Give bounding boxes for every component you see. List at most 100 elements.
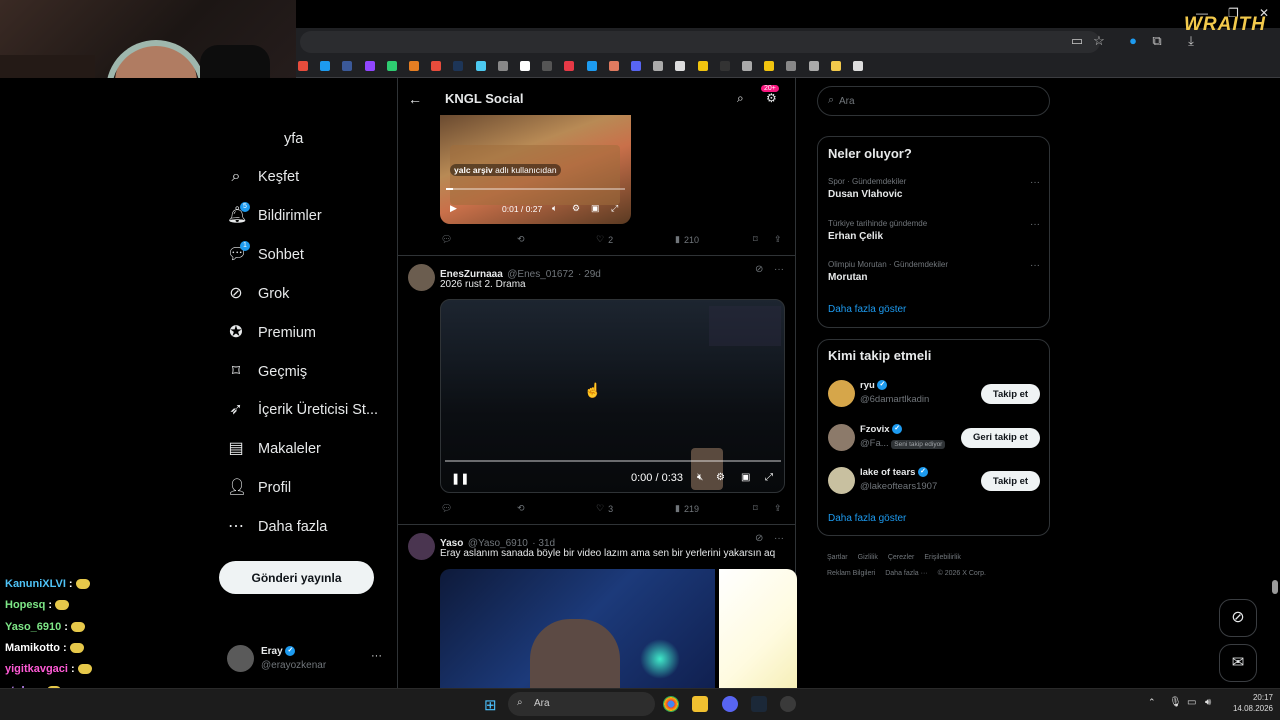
bookmark-favicon-icon[interactable] [631, 61, 641, 71]
sidebar-item-premium[interactable]: ✪ Premium [227, 324, 316, 342]
like-button[interactable]: ♡ 3 [596, 503, 613, 514]
bookmark-favicon-icon[interactable] [719, 61, 730, 71]
post-avatar[interactable] [408, 264, 435, 291]
taskbar-clock[interactable]: 20:17 14.08.2026 [1229, 692, 1273, 714]
video-settings-icon[interactable]: ⚙ [572, 203, 580, 214]
settings-gear-icon[interactable]: ⚙ [766, 91, 777, 105]
pause-icon[interactable]: ❚❚ [451, 472, 469, 485]
bookmark-favicon-icon[interactable] [475, 61, 486, 71]
reply-button[interactable]: 💬︎ [441, 234, 452, 245]
account-switcher[interactable]: Eray ✓ @erayozkenar ··· [227, 645, 387, 673]
bookmark-favicon-icon[interactable] [453, 61, 464, 71]
discord-icon[interactable] [722, 696, 738, 712]
sidebar-item-person[interactable]: 👤︎ Profil [227, 479, 291, 497]
chrome-taskbar-icon[interactable] [663, 696, 679, 712]
sidebar-item-search[interactable]: ⌕ Keşfet [227, 168, 300, 186]
bookmark-favicon-icon[interactable] [409, 61, 419, 71]
download-icon[interactable]: ⤓ [1184, 34, 1198, 48]
bookmark-button[interactable]: ⌑ [753, 503, 758, 514]
sidebar-item-rocket[interactable]: ➶ İçerik Üreticisi St... [227, 401, 378, 419]
grok-floating-button[interactable]: ⊘ [1219, 599, 1257, 637]
post-media-2[interactable] [719, 569, 797, 688]
bookmark-favicon-icon[interactable] [542, 61, 553, 71]
follow-name[interactable]: ryu [860, 380, 875, 391]
bookmark-star-icon[interactable]: ☆ [1092, 34, 1106, 48]
mute-icon[interactable]: 🔇︎ [697, 472, 703, 483]
footer-link[interactable]: Reklam Bilgileri [827, 570, 875, 577]
bookmark-favicon-icon[interactable] [808, 61, 819, 71]
bookmark-favicon-icon[interactable] [342, 61, 353, 71]
follow-button[interactable]: Geri takip et [961, 427, 1040, 448]
sidebar-item-bookmark[interactable]: ⌑ Geçmiş [227, 363, 307, 381]
address-bar[interactable] [300, 31, 1100, 53]
bookmark-favicon-icon[interactable] [830, 61, 841, 71]
bookmark-favicon-icon[interactable] [786, 61, 797, 71]
sidebar-item-bell[interactable]: 🔔︎ 5 Bildirimler [227, 201, 322, 225]
video-player-pizza[interactable]: yalc arşiv adlı kullanıcıdan ▶ 0:01 / 0:… [440, 115, 631, 224]
post-button[interactable]: Gönderi yayınla [219, 561, 374, 594]
follow-show-more-link[interactable]: Daha fazla göster [828, 513, 906, 524]
taskbar-search[interactable]: ⌕ Ara [508, 692, 655, 716]
grok-icon[interactable]: ⊘ [755, 533, 763, 544]
bookmark-favicon-icon[interactable] [675, 61, 686, 71]
grok-icon[interactable]: ⊘ [755, 264, 763, 275]
trend-item[interactable]: Spor · Gündemdekiler Dusan Vlahovic ··· [828, 177, 1040, 200]
bookmark-favicon-icon[interactable] [431, 61, 442, 71]
steam-icon[interactable] [751, 696, 767, 712]
bookmark-favicon-icon[interactable] [320, 61, 331, 71]
post-media-1[interactable] [440, 569, 715, 688]
windows-start-icon[interactable]: ⊞ [484, 696, 497, 714]
follow-name[interactable]: Fzovix [860, 424, 890, 435]
sidebar-item-more[interactable]: ⋯ Daha fazla [227, 518, 327, 536]
bookmark-favicon-icon[interactable] [520, 61, 530, 71]
follow-button[interactable]: Takip et [981, 384, 1040, 404]
like-button[interactable]: ♡ 2 [596, 234, 613, 245]
video-player-rust[interactable]: ❚❚ 0:00 / 0:33 🔇︎ ⚙ ▣ ⤢ [440, 299, 785, 493]
play-icon[interactable]: ▶ [450, 203, 457, 214]
search-icon[interactable]: ⌕ [737, 91, 744, 106]
reply-button[interactable]: 💬︎ [441, 503, 452, 514]
sidebar-item-chat[interactable]: 💬︎ 1 Sohbet [227, 240, 304, 264]
bookmark-button[interactable]: ⌑ [753, 234, 758, 245]
sidebar-item-home-partial[interactable]: yfa [284, 131, 303, 147]
fullscreen-icon[interactable]: ⤢ [611, 203, 618, 214]
footer-link[interactable]: Gizlilik [858, 554, 878, 561]
follow-name[interactable]: lake of tears [860, 467, 915, 478]
messages-floating-button[interactable]: ✉ [1219, 644, 1257, 682]
extension-icon[interactable]: ● [1126, 34, 1140, 48]
bookmark-favicon-icon[interactable] [764, 61, 775, 71]
bookmark-favicon-icon[interactable] [564, 61, 575, 71]
follow-avatar[interactable] [828, 380, 855, 407]
post-more-icon[interactable]: ··· [774, 533, 784, 544]
trends-show-more-link[interactable]: Daha fazla göster [828, 304, 906, 315]
footer-link[interactable]: Çerezler [888, 554, 914, 561]
speaker-icon[interactable]: 🔊︎ [1205, 697, 1211, 708]
bookmark-favicon-icon[interactable] [653, 61, 664, 71]
trend-more-icon[interactable]: ··· [1030, 219, 1040, 230]
picture-in-picture-icon[interactable]: ▣ [741, 472, 750, 483]
footer-link[interactable]: Erişilebilirlik [924, 554, 961, 561]
share-button[interactable]: ⇪ [774, 234, 782, 245]
post-avatar[interactable] [408, 533, 435, 560]
video-progress-track[interactable] [445, 460, 781, 462]
microphone-icon[interactable]: 🎙︎ [1169, 697, 1182, 708]
fullscreen-icon[interactable]: ⤢ [765, 472, 773, 483]
follow-button[interactable]: Takip et [981, 471, 1040, 491]
post-more-icon[interactable]: ··· [774, 264, 784, 275]
bookmark-favicon-icon[interactable] [364, 61, 375, 71]
app-icon[interactable] [780, 696, 796, 712]
extensions-puzzle-icon[interactable]: ⧉ [1150, 34, 1164, 48]
tray-chevron-icon[interactable]: ⌃ [1148, 697, 1156, 708]
network-icon[interactable]: ▭ [1187, 697, 1196, 708]
repost-button[interactable]: ⟲ [517, 234, 525, 245]
page-scrollbar[interactable] [1272, 580, 1278, 594]
bookmark-favicon-icon[interactable] [608, 61, 619, 71]
account-more-icon[interactable]: ··· [371, 650, 382, 662]
follow-avatar[interactable] [828, 423, 855, 451]
share-button[interactable]: ⇪ [774, 503, 782, 514]
back-arrow-icon[interactable]: ← [408, 91, 422, 107]
bookmark-favicon-icon[interactable] [697, 61, 708, 71]
sidebar-item-articles[interactable]: ▤ Makaleler [227, 440, 320, 458]
file-explorer-icon[interactable] [692, 696, 708, 712]
picture-in-picture-icon[interactable]: ▣ [591, 203, 600, 214]
